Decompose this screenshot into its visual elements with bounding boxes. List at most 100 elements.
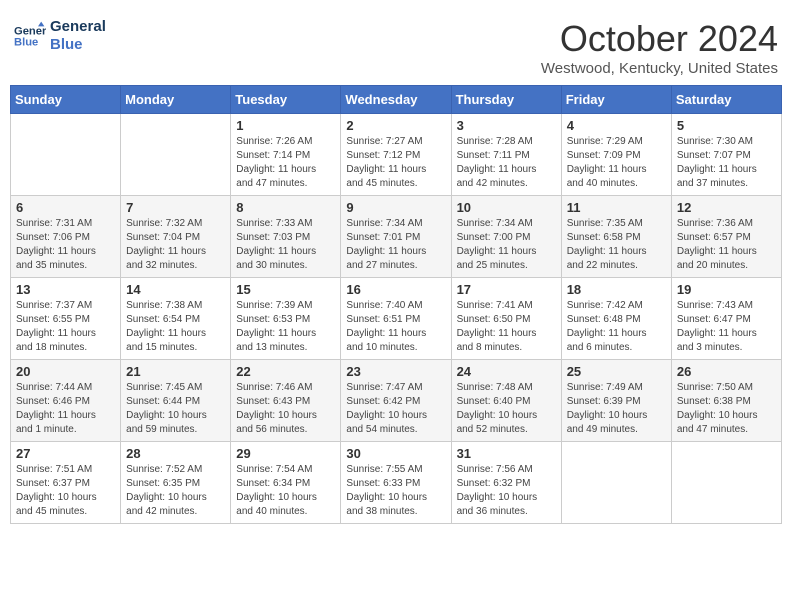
day-cell: 12 Sunrise: 7:36 AM Sunset: 6:57 PM Dayli… bbox=[671, 196, 781, 278]
day-info: Sunrise: 7:32 AM Sunset: 7:04 PM Dayligh… bbox=[126, 217, 225, 273]
day-info: Sunrise: 7:39 AM Sunset: 6:53 PM Dayligh… bbox=[236, 299, 335, 355]
day-info: Sunrise: 7:29 AM Sunset: 7:09 PM Dayligh… bbox=[567, 135, 666, 191]
day-cell bbox=[561, 442, 671, 524]
day-cell: 2 Sunrise: 7:27 AM Sunset: 7:12 PM Daylig… bbox=[341, 114, 451, 196]
logo: General Blue General Blue bbox=[14, 18, 106, 54]
day-number: 15 bbox=[236, 282, 335, 297]
day-cell: 29 Sunrise: 7:54 AM Sunset: 6:34 PM Dayli… bbox=[231, 442, 341, 524]
day-cell: 14 Sunrise: 7:38 AM Sunset: 6:54 PM Dayli… bbox=[121, 278, 231, 360]
day-number: 9 bbox=[346, 200, 445, 215]
day-info: Sunrise: 7:30 AM Sunset: 7:07 PM Dayligh… bbox=[677, 135, 776, 191]
day-cell: 6 Sunrise: 7:31 AM Sunset: 7:06 PM Daylig… bbox=[11, 196, 121, 278]
location-title: Westwood, Kentucky, United States bbox=[541, 60, 778, 77]
day-cell bbox=[11, 114, 121, 196]
weekday-header-thursday: Thursday bbox=[451, 86, 561, 114]
day-info: Sunrise: 7:45 AM Sunset: 6:44 PM Dayligh… bbox=[126, 381, 225, 437]
weekday-header-tuesday: Tuesday bbox=[231, 86, 341, 114]
day-number: 11 bbox=[567, 200, 666, 215]
weekday-header: SundayMondayTuesdayWednesdayThursdayFrid… bbox=[11, 86, 782, 114]
logo-general: General bbox=[50, 18, 106, 36]
day-info: Sunrise: 7:31 AM Sunset: 7:06 PM Dayligh… bbox=[16, 217, 115, 273]
day-info: Sunrise: 7:41 AM Sunset: 6:50 PM Dayligh… bbox=[457, 299, 556, 355]
day-number: 26 bbox=[677, 364, 776, 379]
day-cell: 20 Sunrise: 7:44 AM Sunset: 6:46 PM Dayli… bbox=[11, 360, 121, 442]
day-info: Sunrise: 7:38 AM Sunset: 6:54 PM Dayligh… bbox=[126, 299, 225, 355]
weekday-header-friday: Friday bbox=[561, 86, 671, 114]
day-cell: 15 Sunrise: 7:39 AM Sunset: 6:53 PM Dayli… bbox=[231, 278, 341, 360]
day-info: Sunrise: 7:27 AM Sunset: 7:12 PM Dayligh… bbox=[346, 135, 445, 191]
day-number: 24 bbox=[457, 364, 556, 379]
day-info: Sunrise: 7:40 AM Sunset: 6:51 PM Dayligh… bbox=[346, 299, 445, 355]
day-info: Sunrise: 7:28 AM Sunset: 7:11 PM Dayligh… bbox=[457, 135, 556, 191]
day-info: Sunrise: 7:47 AM Sunset: 6:42 PM Dayligh… bbox=[346, 381, 445, 437]
logo-icon: General Blue bbox=[14, 20, 46, 52]
week-row-4: 20 Sunrise: 7:44 AM Sunset: 6:46 PM Dayli… bbox=[11, 360, 782, 442]
svg-text:Blue: Blue bbox=[14, 37, 38, 49]
month-title: October 2024 bbox=[541, 18, 778, 60]
day-info: Sunrise: 7:44 AM Sunset: 6:46 PM Dayligh… bbox=[16, 381, 115, 437]
calendar-body: 1Sunrise: 7:26 AM Sunset: 7:14 PM Daylig… bbox=[11, 114, 782, 524]
day-number: 3 bbox=[457, 118, 556, 133]
day-info: Sunrise: 7:34 AM Sunset: 7:00 PM Dayligh… bbox=[457, 217, 556, 273]
day-number: 4 bbox=[567, 118, 666, 133]
day-cell: 26 Sunrise: 7:50 AM Sunset: 6:38 PM Dayli… bbox=[671, 360, 781, 442]
day-number: 23 bbox=[346, 364, 445, 379]
day-info: Sunrise: 7:33 AM Sunset: 7:03 PM Dayligh… bbox=[236, 217, 335, 273]
day-info: Sunrise: 7:48 AM Sunset: 6:40 PM Dayligh… bbox=[457, 381, 556, 437]
day-number: 25 bbox=[567, 364, 666, 379]
day-number: 12 bbox=[677, 200, 776, 215]
calendar-table: SundayMondayTuesdayWednesdayThursdayFrid… bbox=[10, 85, 782, 524]
day-cell: 23 Sunrise: 7:47 AM Sunset: 6:42 PM Dayli… bbox=[341, 360, 451, 442]
day-cell: 17 Sunrise: 7:41 AM Sunset: 6:50 PM Dayli… bbox=[451, 278, 561, 360]
week-row-5: 27Sunrise: 7:51 AM Sunset: 6:37 PM Dayli… bbox=[11, 442, 782, 524]
day-number: 21 bbox=[126, 364, 225, 379]
day-number: 17 bbox=[457, 282, 556, 297]
day-number: 19 bbox=[677, 282, 776, 297]
day-cell: 16 Sunrise: 7:40 AM Sunset: 6:51 PM Dayli… bbox=[341, 278, 451, 360]
day-cell: 9 Sunrise: 7:34 AM Sunset: 7:01 PM Daylig… bbox=[341, 196, 451, 278]
day-number: 7 bbox=[126, 200, 225, 215]
day-number: 10 bbox=[457, 200, 556, 215]
day-cell: 31Sunrise: 7:56 AM Sunset: 6:32 PM Dayli… bbox=[451, 442, 561, 524]
week-row-1: 1Sunrise: 7:26 AM Sunset: 7:14 PM Daylig… bbox=[11, 114, 782, 196]
day-cell: 4 Sunrise: 7:29 AM Sunset: 7:09 PM Daylig… bbox=[561, 114, 671, 196]
day-info: Sunrise: 7:51 AM Sunset: 6:37 PM Dayligh… bbox=[16, 463, 115, 519]
day-cell: 27Sunrise: 7:51 AM Sunset: 6:37 PM Dayli… bbox=[11, 442, 121, 524]
day-cell: 7 Sunrise: 7:32 AM Sunset: 7:04 PM Daylig… bbox=[121, 196, 231, 278]
day-cell: 18 Sunrise: 7:42 AM Sunset: 6:48 PM Dayli… bbox=[561, 278, 671, 360]
day-number: 18 bbox=[567, 282, 666, 297]
day-number: 22 bbox=[236, 364, 335, 379]
day-number: 8 bbox=[236, 200, 335, 215]
day-number: 1 bbox=[236, 118, 335, 133]
day-number: 20 bbox=[16, 364, 115, 379]
day-cell: 25 Sunrise: 7:49 AM Sunset: 6:39 PM Dayli… bbox=[561, 360, 671, 442]
title-area: October 2024 Westwood, Kentucky, United … bbox=[541, 18, 778, 77]
day-cell: 10 Sunrise: 7:34 AM Sunset: 7:00 PM Dayli… bbox=[451, 196, 561, 278]
day-cell: 22 Sunrise: 7:46 AM Sunset: 6:43 PM Dayli… bbox=[231, 360, 341, 442]
day-number: 29 bbox=[236, 446, 335, 461]
day-cell bbox=[121, 114, 231, 196]
day-info: Sunrise: 7:42 AM Sunset: 6:48 PM Dayligh… bbox=[567, 299, 666, 355]
day-info: Sunrise: 7:46 AM Sunset: 6:43 PM Dayligh… bbox=[236, 381, 335, 437]
day-info: Sunrise: 7:49 AM Sunset: 6:39 PM Dayligh… bbox=[567, 381, 666, 437]
weekday-header-saturday: Saturday bbox=[671, 86, 781, 114]
day-cell: 28Sunrise: 7:52 AM Sunset: 6:35 PM Dayli… bbox=[121, 442, 231, 524]
day-cell: 8 Sunrise: 7:33 AM Sunset: 7:03 PM Daylig… bbox=[231, 196, 341, 278]
day-info: Sunrise: 7:36 AM Sunset: 6:57 PM Dayligh… bbox=[677, 217, 776, 273]
weekday-header-wednesday: Wednesday bbox=[341, 86, 451, 114]
day-number: 14 bbox=[126, 282, 225, 297]
day-number: 5 bbox=[677, 118, 776, 133]
day-info: Sunrise: 7:43 AM Sunset: 6:47 PM Dayligh… bbox=[677, 299, 776, 355]
day-number: 6 bbox=[16, 200, 115, 215]
day-number: 2 bbox=[346, 118, 445, 133]
header: General Blue General Blue October 2024 W… bbox=[10, 10, 782, 85]
day-cell: 21 Sunrise: 7:45 AM Sunset: 6:44 PM Dayli… bbox=[121, 360, 231, 442]
day-info: Sunrise: 7:54 AM Sunset: 6:34 PM Dayligh… bbox=[236, 463, 335, 519]
svg-text:General: General bbox=[14, 25, 46, 37]
day-info: Sunrise: 7:37 AM Sunset: 6:55 PM Dayligh… bbox=[16, 299, 115, 355]
day-info: Sunrise: 7:55 AM Sunset: 6:33 PM Dayligh… bbox=[346, 463, 445, 519]
day-info: Sunrise: 7:35 AM Sunset: 6:58 PM Dayligh… bbox=[567, 217, 666, 273]
day-info: Sunrise: 7:34 AM Sunset: 7:01 PM Dayligh… bbox=[346, 217, 445, 273]
day-info: Sunrise: 7:50 AM Sunset: 6:38 PM Dayligh… bbox=[677, 381, 776, 437]
day-number: 16 bbox=[346, 282, 445, 297]
